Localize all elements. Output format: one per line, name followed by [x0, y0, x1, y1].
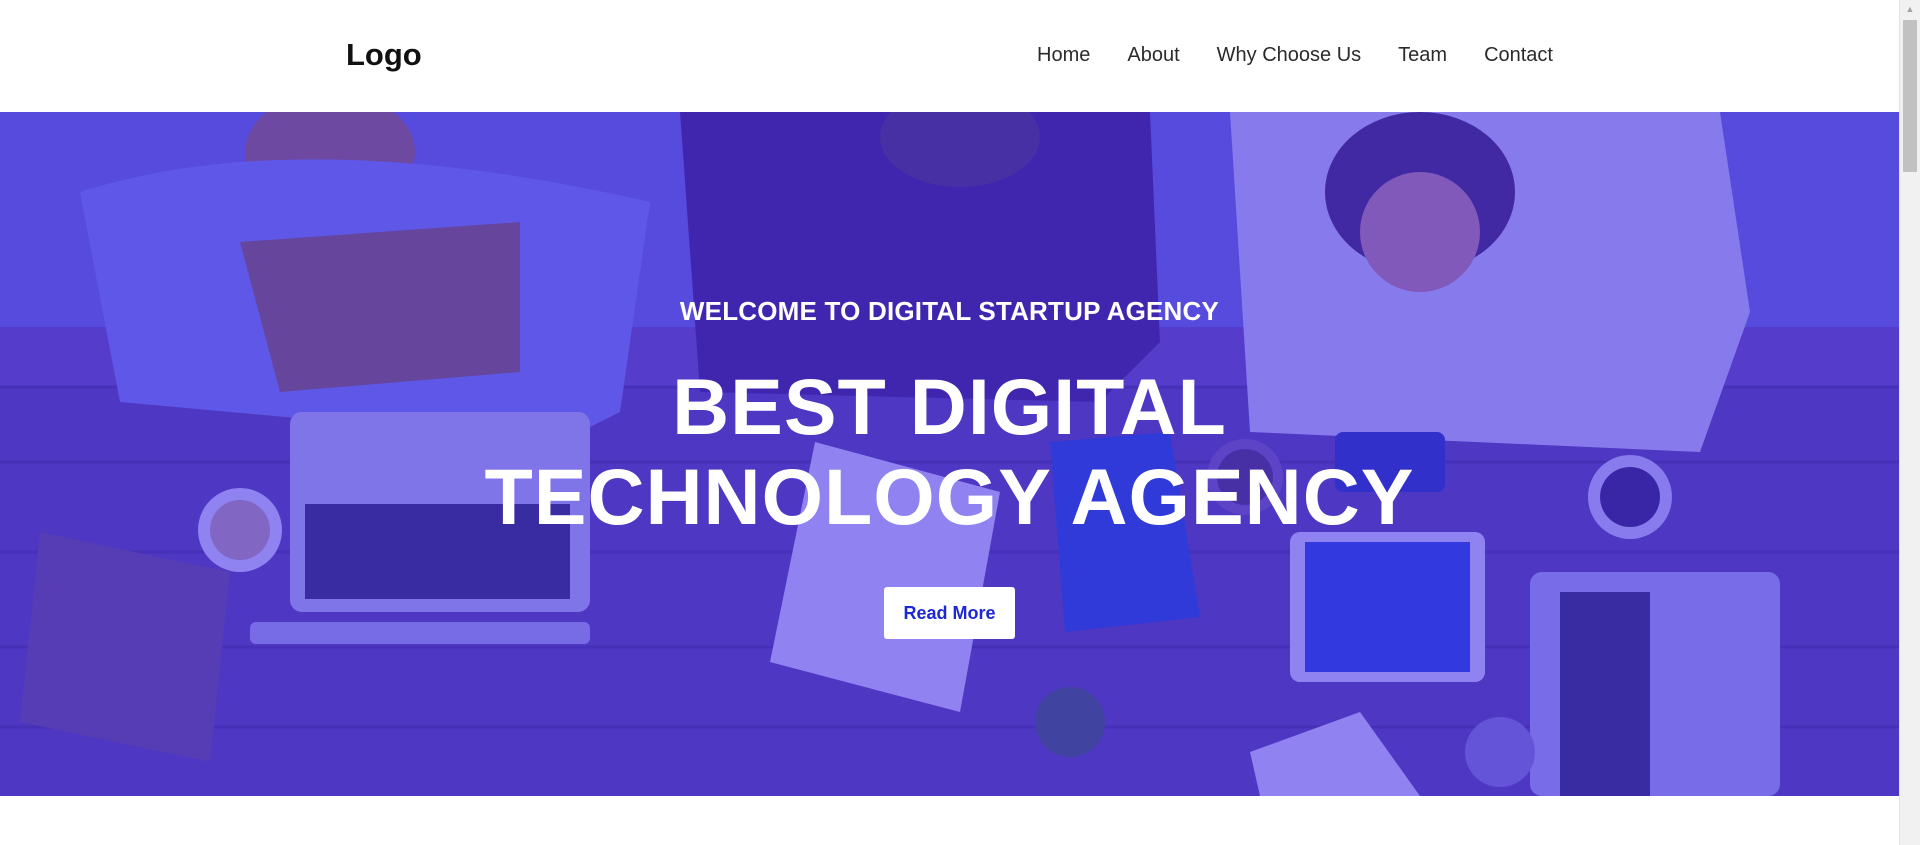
hero-subtitle: WELCOME TO DIGITAL STARTUP AGENCY [679, 296, 1220, 326]
scroll-up-arrow-icon[interactable]: ▲ [1900, 2, 1920, 16]
nav-item-about[interactable]: About [1127, 42, 1179, 68]
nav-item-team[interactable]: Team [1398, 42, 1447, 68]
hero-title: BEST DIGITAL TECHNOLOGY AGENCY [484, 362, 1415, 541]
read-more-button[interactable]: Read More [884, 587, 1015, 639]
logo[interactable]: Logo [346, 36, 422, 74]
hero-content: WELCOME TO DIGITAL STARTUP AGENCY BEST D… [0, 112, 1899, 796]
nav-item-why-choose-us[interactable]: Why Choose Us [1217, 42, 1362, 68]
nav-item-home[interactable]: Home [1037, 42, 1090, 68]
vertical-scrollbar[interactable]: ▲ [1899, 0, 1920, 845]
site-header: Logo Home About Why Choose Us Team Conta… [0, 0, 1899, 112]
hero-section: WELCOME TO DIGITAL STARTUP AGENCY BEST D… [0, 112, 1899, 796]
page: Logo Home About Why Choose Us Team Conta… [0, 0, 1920, 845]
nav-item-contact[interactable]: Contact [1484, 42, 1553, 68]
content-below-hero [0, 796, 1899, 845]
scrollbar-thumb[interactable] [1903, 20, 1917, 172]
main-nav: Home About Why Choose Us Team Contact [1037, 42, 1553, 68]
